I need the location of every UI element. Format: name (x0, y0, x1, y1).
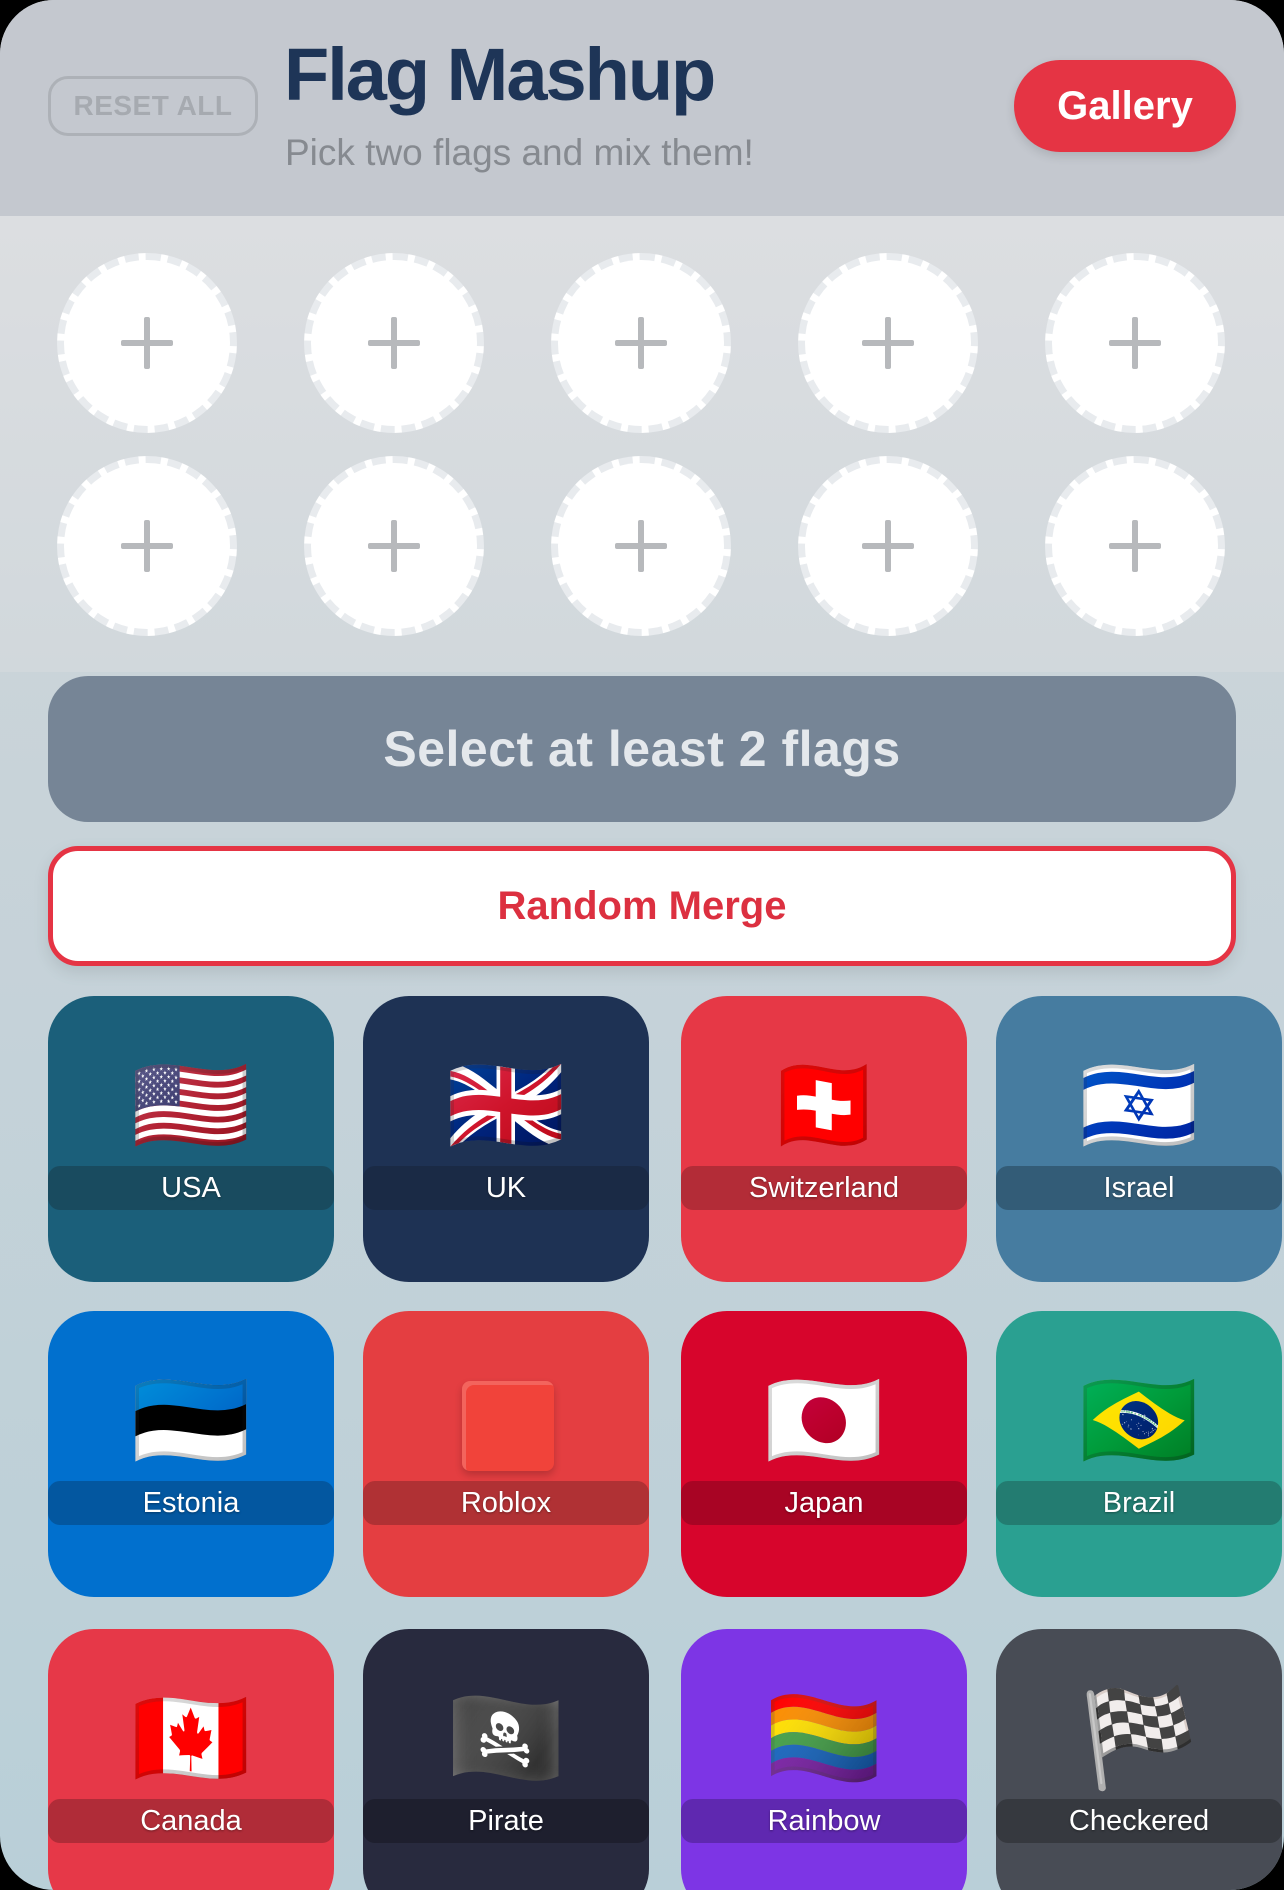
flag-slot[interactable] (304, 253, 484, 433)
plus-icon (368, 520, 420, 572)
flag-tile-label: Canada (48, 1799, 334, 1843)
flag-slot[interactable] (304, 456, 484, 636)
flag-tile-estonia[interactable]: 🇪🇪 Estonia (48, 1311, 334, 1597)
gallery-button[interactable]: Gallery (1014, 60, 1236, 152)
flag-tile-switzerland[interactable]: 🇨🇭 Switzerland (681, 996, 967, 1282)
flag-tile-label: Estonia (48, 1481, 334, 1525)
plus-icon (368, 317, 420, 369)
plus-icon (615, 520, 667, 572)
flag-slot[interactable] (57, 253, 237, 433)
page-title: Flag Mashup (284, 33, 716, 116)
flag-tile-pirate[interactable]: 🏴‍☠️ Pirate (363, 1629, 649, 1890)
flag-tile-canada[interactable]: 🇨🇦 Canada (48, 1629, 334, 1890)
usa-flag-icon: 🇺🇸 (131, 1052, 251, 1159)
flag-tile-usa[interactable]: 🇺🇸 USA (48, 996, 334, 1282)
uk-flag-icon: 🇬🇧 (446, 1052, 566, 1159)
flag-slot[interactable] (798, 253, 978, 433)
app-screen: RESET ALL Flag Mashup Pick two flags and… (0, 0, 1284, 1890)
header: RESET ALL Flag Mashup Pick two flags and… (0, 0, 1284, 216)
merge-button-disabled[interactable]: Select at least 2 flags (48, 676, 1236, 822)
plus-icon (1109, 520, 1161, 572)
plus-icon (1109, 317, 1161, 369)
plus-icon (615, 317, 667, 369)
flag-tile-label: Roblox (363, 1481, 649, 1525)
rainbow-flag-icon: 🏳️‍🌈 (764, 1685, 884, 1792)
flag-slot[interactable] (1045, 456, 1225, 636)
page-subtitle: Pick two flags and mix them! (285, 132, 754, 173)
flag-slot[interactable] (57, 456, 237, 636)
canada-flag-icon: 🇨🇦 (131, 1685, 251, 1792)
flag-slots (0, 216, 1284, 672)
flag-tile-label: Israel (996, 1166, 1282, 1210)
flag-tile-uk[interactable]: 🇬🇧 UK (363, 996, 649, 1282)
brazil-flag-icon: 🇧🇷 (1079, 1367, 1199, 1474)
plus-icon (121, 520, 173, 572)
flag-tile-label: Brazil (996, 1481, 1282, 1525)
flag-tile-checkered[interactable]: 🏁 Checkered (996, 1629, 1282, 1890)
japan-flag-icon: 🇯🇵 (764, 1367, 884, 1474)
flag-tile-roblox[interactable]: Roblox (363, 1311, 649, 1597)
switzerland-flag-icon: 🇨🇭 (764, 1052, 884, 1159)
plus-icon (862, 520, 914, 572)
flag-tile-label: Pirate (363, 1799, 649, 1843)
random-merge-button[interactable]: Random Merge (48, 846, 1236, 966)
flag-tile-label: UK (363, 1166, 649, 1210)
flag-tile-japan[interactable]: 🇯🇵 Japan (681, 1311, 967, 1597)
pirate-flag-icon: 🏴‍☠️ (446, 1685, 566, 1792)
flag-slot[interactable] (551, 456, 731, 636)
roblox-icon (462, 1381, 554, 1471)
reset-all-button[interactable]: RESET ALL (48, 76, 258, 136)
flag-tile-label: Checkered (996, 1799, 1282, 1843)
flag-slot[interactable] (1045, 253, 1225, 433)
flag-tile-label: Rainbow (681, 1799, 967, 1843)
flag-tile-label: USA (48, 1166, 334, 1210)
flag-tile-israel[interactable]: 🇮🇱 Israel (996, 996, 1282, 1282)
flag-tile-label: Japan (681, 1481, 967, 1525)
flag-tile-label: Switzerland (681, 1166, 967, 1210)
israel-flag-icon: 🇮🇱 (1079, 1052, 1199, 1159)
estonia-flag-icon: 🇪🇪 (131, 1367, 251, 1474)
flag-tile-brazil[interactable]: 🇧🇷 Brazil (996, 1311, 1282, 1597)
flag-slot[interactable] (551, 253, 731, 433)
flag-slot[interactable] (798, 456, 978, 636)
checkered-flag-icon: 🏁 (1079, 1685, 1199, 1792)
plus-icon (862, 317, 914, 369)
plus-icon (121, 317, 173, 369)
flag-tile-rainbow[interactable]: 🏳️‍🌈 Rainbow (681, 1629, 967, 1890)
